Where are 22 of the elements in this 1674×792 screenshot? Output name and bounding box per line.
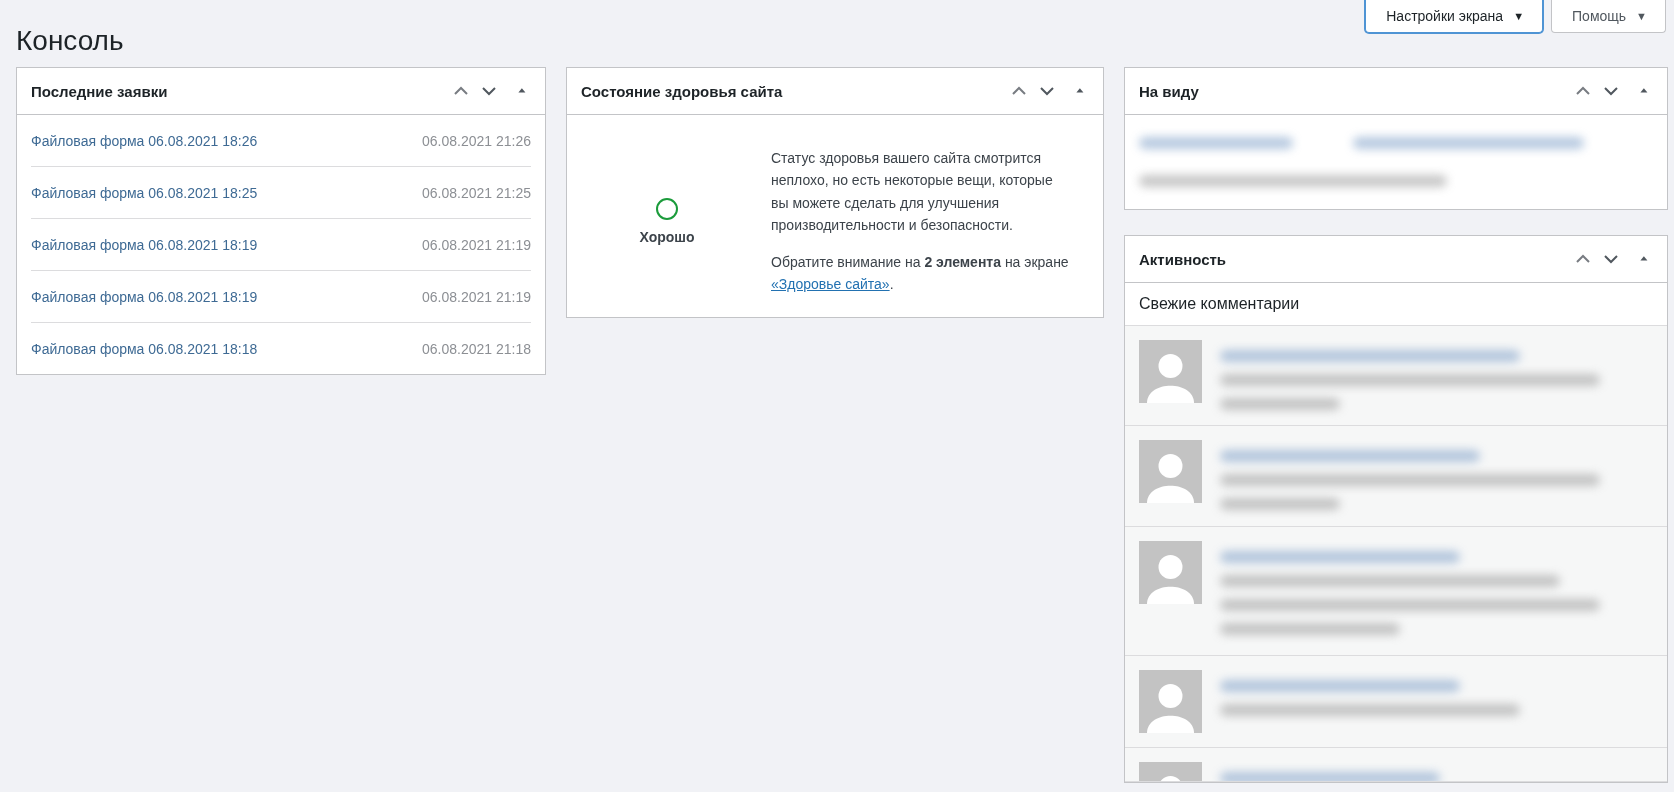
entry-date: 06.08.2021 21:18 [422,340,531,357]
health-status: Хорошо [639,229,695,246]
health-description: Статус здоровья вашего сайта смотрится неплохо, но есть некоторые вещи, которые вы можете сделать для улучшения производительности и безопасности. [771,149,1054,236]
entry-date: 06.08.2021 21:26 [422,132,531,149]
screen-options-button[interactable]: Настройки экрана ▼ [1365,0,1544,33]
entry-date: 06.08.2021 21:19 [422,236,531,253]
health-notice: Обратите внимание на 2 элемента на экране «Здоровье сайта». [771,252,1070,294]
page-title: Консоль [16,27,125,55]
site-health-link[interactable]: «Здоровье сайта» [771,275,890,292]
entry-date: 06.08.2021 21:25 [422,184,531,201]
entry-link[interactable]: Файловая форма 06.08.2021 18:19 [31,236,258,253]
entry-link[interactable]: Файловая форма 06.08.2021 18:25 [31,184,258,201]
status-circle-icon [655,197,679,222]
widget-title: Состояние здоровья сайта [581,82,784,100]
entry-date: 06.08.2021 21:19 [422,288,531,305]
screen-options-button[interactable]: Помощь ▼ [1551,0,1666,33]
entry-link[interactable]: Файловая форма 06.08.2021 18:19 [31,288,258,305]
widget-title: Последние заявки [31,82,169,100]
entry-link[interactable]: Файловая форма 06.08.2021 18:26 [31,132,258,149]
widget-title: На виду [1139,82,1200,100]
entry-link[interactable]: Файловая форма 06.08.2021 18:18 [31,340,258,357]
widget-title: Активность [1139,250,1228,268]
